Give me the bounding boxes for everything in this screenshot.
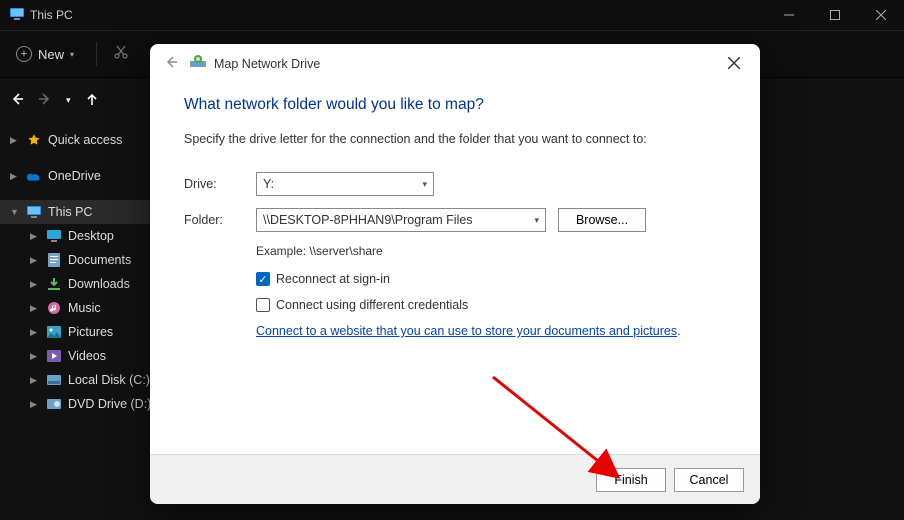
finish-button[interactable]: Finish [596,468,666,492]
chevron-right-icon: ▶ [10,135,20,146]
dialog-body: What network folder would you like to ma… [150,84,760,454]
sidebar-item-videos[interactable]: ▶ Videos [0,344,160,368]
folder-label: Folder: [184,213,256,227]
chevron-right-icon: ▶ [30,279,40,290]
sidebar-item-label: Pictures [68,325,113,339]
chevron-down-icon: ▾ [422,179,427,190]
chevron-down-icon: ▾ [534,215,539,226]
example-text: Example: \\server\share [256,244,726,258]
map-network-drive-dialog: Map Network Drive What network folder wo… [150,44,760,504]
sidebar-item-label: Videos [68,349,106,363]
sidebar: ▶ Quick access ▶ OneDrive ▼ This PC ▶ De… [0,122,160,520]
sidebar-item-desktop[interactable]: ▶ Desktop [0,224,160,248]
titlebar: This PC [0,0,904,30]
nav-forward-button[interactable] [38,92,52,109]
drive-label: Drive: [184,177,256,191]
music-icon [46,300,62,316]
plus-icon: + [16,46,32,62]
this-pc-icon [10,8,24,23]
cloud-icon [26,168,42,184]
dialog-close-button[interactable] [722,52,746,77]
chevron-down-icon: ▼ [10,207,20,217]
drive-combobox[interactable]: Y: ▾ [256,172,434,196]
cancel-button[interactable]: Cancel [674,468,744,492]
sidebar-item-documents[interactable]: ▶ Documents [0,248,160,272]
sidebar-item-quick-access[interactable]: ▶ Quick access [0,128,160,152]
sidebar-item-onedrive[interactable]: ▶ OneDrive [0,164,160,188]
nav-history-button[interactable]: ▾ [66,95,71,106]
sidebar-item-local-disk[interactable]: ▶ Local Disk (C:) [0,368,160,392]
network-drive-icon [190,55,206,74]
checkbox-unchecked-icon [256,298,270,312]
browse-button[interactable]: Browse... [558,208,646,232]
dialog-subtext: Specify the drive letter for the connect… [184,132,726,146]
documents-icon [46,252,62,268]
videos-icon [46,348,62,364]
sidebar-item-downloads[interactable]: ▶ Downloads [0,272,160,296]
chevron-right-icon: ▶ [30,303,40,314]
sidebar-item-label: Downloads [68,277,130,291]
sidebar-item-this-pc[interactable]: ▼ This PC [0,200,160,224]
reconnect-checkbox-row[interactable]: ✓ Reconnect at sign-in [256,272,726,286]
sidebar-item-label: Documents [68,253,131,267]
drive-value: Y: [263,177,274,191]
checkbox-checked-icon: ✓ [256,272,270,286]
sidebar-item-label: Quick access [48,133,122,147]
sidebar-item-label: Music [68,301,101,315]
sidebar-item-label: Local Disk (C:) [68,373,150,387]
new-label: New [38,47,64,62]
desktop-icon [46,228,62,244]
sidebar-item-label: Desktop [68,229,114,243]
cut-icon[interactable] [113,44,129,65]
nav-back-button[interactable] [10,92,24,109]
drive-icon [46,372,62,388]
maximize-button[interactable] [812,0,858,30]
star-icon [26,132,42,148]
chevron-right-icon: ▶ [30,327,40,338]
dialog-heading: What network folder would you like to ma… [184,96,726,114]
downloads-icon [46,276,62,292]
credentials-label: Connect using different credentials [276,298,468,312]
chevron-right-icon: ▶ [30,231,40,242]
sidebar-item-label: This PC [48,205,92,219]
minimize-button[interactable] [766,0,812,30]
this-pc-icon [26,204,42,220]
pictures-icon [46,324,62,340]
sidebar-item-label: DVD Drive (D:) [68,397,151,411]
folder-row: Folder: \\DESKTOP-8PHHAN9\Program Files … [184,208,726,232]
close-button[interactable] [858,0,904,30]
window-title: This PC [30,8,73,22]
folder-value: \\DESKTOP-8PHHAN9\Program Files [263,213,473,227]
credentials-checkbox-row[interactable]: Connect using different credentials [256,298,726,312]
folder-combobox[interactable]: \\DESKTOP-8PHHAN9\Program Files ▾ [256,208,546,232]
connect-website-link[interactable]: Connect to a website that you can use to… [256,324,677,338]
sidebar-item-dvd[interactable]: ▶ DVD Drive (D:) [0,392,160,416]
chevron-right-icon: ▶ [30,351,40,362]
chevron-down-icon: ▾ [70,50,74,59]
sidebar-item-label: OneDrive [48,169,101,183]
sidebar-item-pictures[interactable]: ▶ Pictures [0,320,160,344]
dialog-back-button[interactable] [164,55,178,74]
dialog-footer: Finish Cancel [150,454,760,504]
reconnect-label: Reconnect at sign-in [276,272,390,286]
new-button[interactable]: + New ▾ [10,42,80,66]
chevron-right-icon: ▶ [10,171,20,182]
nav-up-button[interactable] [85,92,99,109]
dvd-icon [46,396,62,412]
dialog-header: Map Network Drive [150,44,760,84]
chevron-right-icon: ▶ [30,399,40,410]
sidebar-item-music[interactable]: ▶ Music [0,296,160,320]
chevron-right-icon: ▶ [30,375,40,386]
separator [96,42,97,66]
chevron-right-icon: ▶ [30,255,40,266]
drive-row: Drive: Y: ▾ [184,172,726,196]
dialog-title: Map Network Drive [214,57,320,71]
